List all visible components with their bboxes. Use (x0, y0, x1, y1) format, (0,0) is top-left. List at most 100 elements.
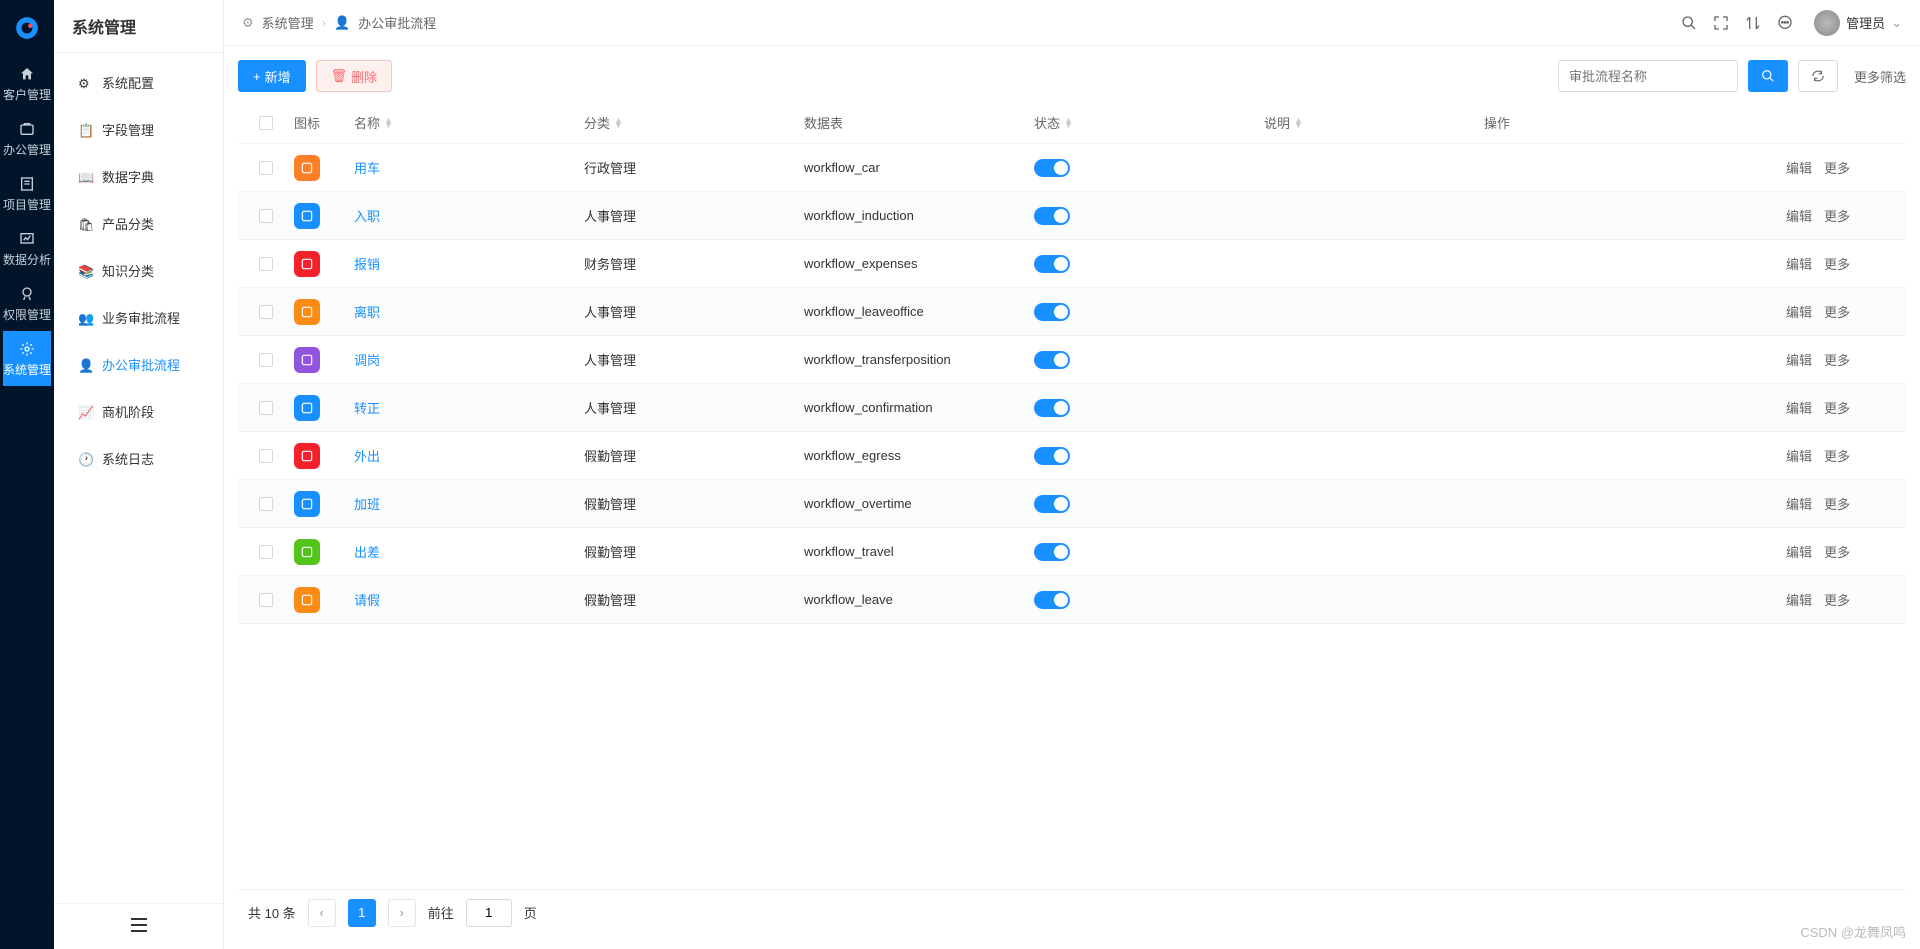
refresh-button[interactable] (1798, 60, 1838, 92)
more-link[interactable]: 更多 (1824, 590, 1850, 609)
select-all-checkbox[interactable] (259, 116, 273, 130)
row-checkbox[interactable] (259, 353, 273, 367)
sidebar-item-icon: 📈 (78, 405, 92, 419)
edit-link[interactable]: 编辑 (1786, 254, 1812, 273)
col-category[interactable]: 分类 (584, 113, 610, 132)
sidebar-item[interactable]: 🕐系统日志 (54, 435, 223, 482)
more-filter-link[interactable]: 更多筛选 (1854, 67, 1906, 86)
breadcrumb-item[interactable]: 办公审批流程 (358, 13, 436, 32)
edit-link[interactable]: 编辑 (1786, 302, 1812, 321)
more-link[interactable]: 更多 (1824, 446, 1850, 465)
search-icon[interactable] (1680, 14, 1698, 32)
sort-icon[interactable]: ▲▼ (1294, 118, 1303, 128)
search-button[interactable] (1748, 60, 1788, 92)
sidebar-item[interactable]: 📖数据字典 (54, 153, 223, 200)
more-link[interactable]: 更多 (1824, 398, 1850, 417)
row-checkbox[interactable] (259, 593, 273, 607)
sort-icon[interactable]: ▲▼ (1064, 118, 1073, 128)
sidebar-item[interactable]: 📋字段管理 (54, 106, 223, 153)
row-name-link[interactable]: 转正 (354, 398, 380, 417)
row-name-link[interactable]: 报销 (354, 254, 380, 273)
row-checkbox[interactable] (259, 545, 273, 559)
sidebar-item[interactable]: 👤办公审批流程 (54, 341, 223, 388)
sidebar-title: 系统管理 (54, 0, 223, 53)
more-link[interactable]: 更多 (1824, 494, 1850, 513)
row-checkbox[interactable] (259, 449, 273, 463)
nav-rail-item[interactable]: 办公管理 (3, 111, 51, 166)
nav-rail-item[interactable]: 客户管理 (3, 56, 51, 111)
row-checkbox[interactable] (259, 497, 273, 511)
row-checkbox[interactable] (259, 161, 273, 175)
sidebar-item[interactable]: 📈商机阶段 (54, 388, 223, 435)
nav-rail-item[interactable]: 项目管理 (3, 166, 51, 221)
sidebar-collapse-button[interactable] (131, 918, 147, 935)
message-icon[interactable] (1776, 14, 1794, 32)
status-switch[interactable] (1034, 543, 1070, 561)
transfer-icon[interactable] (1744, 14, 1762, 32)
status-switch[interactable] (1034, 399, 1070, 417)
search-input[interactable] (1558, 60, 1738, 92)
col-desc[interactable]: 说明 (1264, 113, 1290, 132)
status-switch[interactable] (1034, 255, 1070, 273)
row-checkbox[interactable] (259, 209, 273, 223)
edit-link[interactable]: 编辑 (1786, 446, 1812, 465)
col-name[interactable]: 名称 (354, 113, 380, 132)
edit-link[interactable]: 编辑 (1786, 398, 1812, 417)
nav-rail-item[interactable]: 权限管理 (3, 276, 51, 331)
status-switch[interactable] (1034, 495, 1070, 513)
status-switch[interactable] (1034, 351, 1070, 369)
row-name-link[interactable]: 加班 (354, 494, 380, 513)
status-switch[interactable] (1034, 159, 1070, 177)
edit-link[interactable]: 编辑 (1786, 590, 1812, 609)
col-table: 数据表 (804, 113, 843, 132)
edit-link[interactable]: 编辑 (1786, 206, 1812, 225)
status-switch[interactable] (1034, 447, 1070, 465)
more-link[interactable]: 更多 (1824, 302, 1850, 321)
more-link[interactable]: 更多 (1824, 254, 1850, 273)
sidebar-item[interactable]: 👥业务审批流程 (54, 294, 223, 341)
edit-link[interactable]: 编辑 (1786, 158, 1812, 177)
row-name-link[interactable]: 调岗 (354, 350, 380, 369)
fullscreen-icon[interactable] (1712, 14, 1730, 32)
row-checkbox[interactable] (259, 305, 273, 319)
goto-label: 前往 (428, 903, 454, 922)
status-switch[interactable] (1034, 303, 1070, 321)
row-name-link[interactable]: 请假 (354, 590, 380, 609)
table-row: 用车行政管理workflow_car编辑更多 (238, 144, 1906, 192)
row-checkbox[interactable] (259, 401, 273, 415)
edit-link[interactable]: 编辑 (1786, 542, 1812, 561)
sidebar-item[interactable]: 🛍产品分类 (54, 200, 223, 247)
edit-link[interactable]: 编辑 (1786, 350, 1812, 369)
more-link[interactable]: 更多 (1824, 542, 1850, 561)
nav-rail-item[interactable]: 系统管理 (3, 331, 51, 386)
user-menu[interactable]: 管理员 ⌄ (1814, 10, 1902, 36)
nav-icon (19, 231, 35, 247)
next-page-button[interactable]: › (388, 899, 416, 927)
add-button[interactable]: + 新增 (238, 60, 306, 92)
sidebar-item-label: 办公审批流程 (102, 355, 180, 374)
more-link[interactable]: 更多 (1824, 206, 1850, 225)
row-checkbox[interactable] (259, 257, 273, 271)
sort-icon[interactable]: ▲▼ (614, 118, 623, 128)
row-name-link[interactable]: 入职 (354, 206, 380, 225)
sidebar-item[interactable]: 📚知识分类 (54, 247, 223, 294)
table-row: 外出假勤管理workflow_egress编辑更多 (238, 432, 1906, 480)
more-link[interactable]: 更多 (1824, 158, 1850, 177)
edit-link[interactable]: 编辑 (1786, 494, 1812, 513)
status-switch[interactable] (1034, 207, 1070, 225)
sidebar-item[interactable]: ⚙系统配置 (54, 59, 223, 106)
row-name-link[interactable]: 用车 (354, 158, 380, 177)
row-name-link[interactable]: 离职 (354, 302, 380, 321)
page-number[interactable]: 1 (348, 899, 376, 927)
sort-icon[interactable]: ▲▼ (384, 118, 393, 128)
nav-rail-item[interactable]: 数据分析 (3, 221, 51, 276)
goto-page-input[interactable] (466, 899, 512, 927)
delete-button[interactable]: 🗑 删除 (316, 60, 393, 92)
col-status[interactable]: 状态 (1034, 113, 1060, 132)
status-switch[interactable] (1034, 591, 1070, 609)
breadcrumb-item[interactable]: 系统管理 (262, 13, 314, 32)
row-name-link[interactable]: 出差 (354, 542, 380, 561)
row-name-link[interactable]: 外出 (354, 446, 380, 465)
more-link[interactable]: 更多 (1824, 350, 1850, 369)
prev-page-button[interactable]: ‹ (308, 899, 336, 927)
